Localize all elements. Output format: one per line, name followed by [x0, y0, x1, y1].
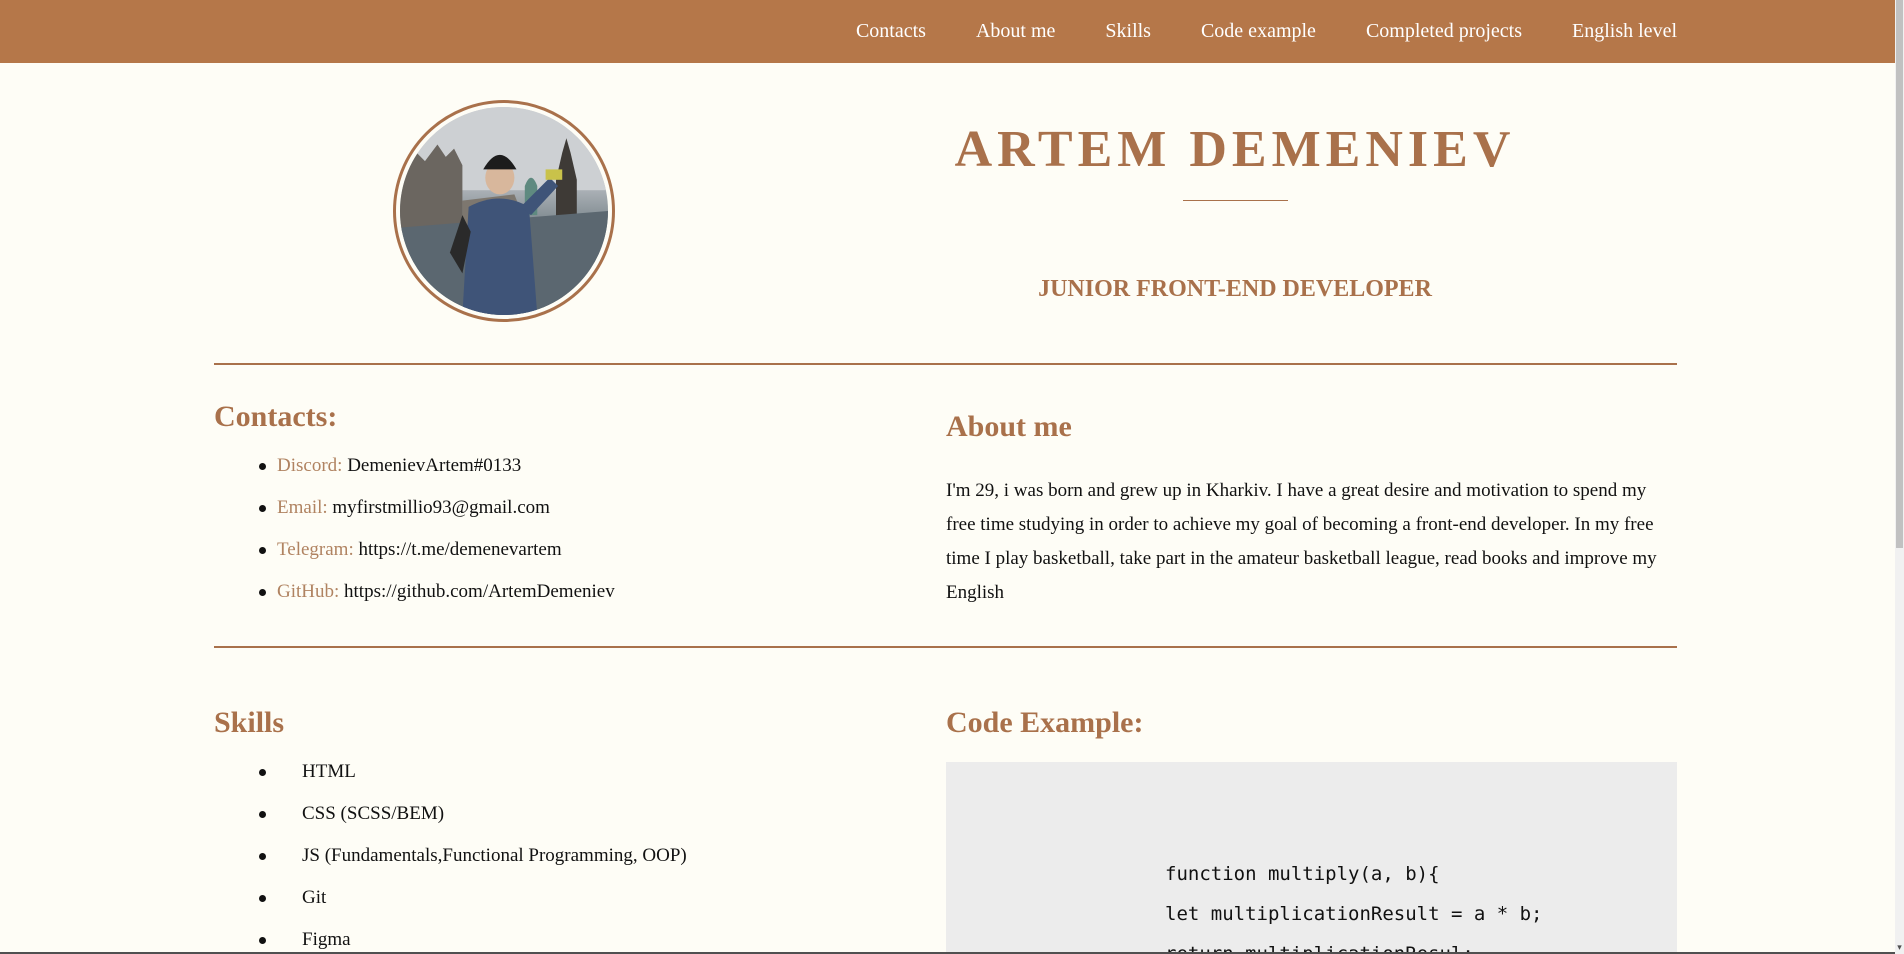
contacts-list: Discord: DemenievArtem#0133 Email: myfir… [214, 453, 615, 621]
contact-discord: Discord: DemenievArtem#0133 [214, 453, 615, 495]
profile-photo-illustration [400, 107, 608, 315]
vertical-scrollbar[interactable]: ▾ [1895, 0, 1904, 954]
avatar [393, 100, 615, 322]
nav-item-completed-projects[interactable]: Completed projects [1366, 20, 1522, 43]
skill-item: Figma [214, 927, 687, 954]
nav-item-code-example[interactable]: Code example [1201, 20, 1316, 43]
contact-value[interactable]: https://t.me/demenevartem [359, 539, 562, 560]
skill-item: JS (Fundamentals,Functional Programming,… [214, 843, 687, 885]
code-example-heading: Code Example: [946, 706, 1144, 739]
nav-item-contacts[interactable]: Contacts [856, 20, 926, 43]
nav-item-about-me[interactable]: About me [976, 20, 1055, 43]
contact-value[interactable]: DemenievArtem#0133 [347, 455, 521, 476]
nav-item-english-level[interactable]: English level [1572, 20, 1677, 43]
scroll-down-arrow-icon[interactable]: ▾ [1895, 943, 1904, 952]
contact-value[interactable]: myfirstmillio93@gmail.com [332, 497, 550, 518]
contact-label: Discord: [277, 455, 343, 476]
code-line: function multiply(a, b){ [1165, 863, 1440, 885]
scrollbar-thumb[interactable] [1896, 0, 1903, 548]
code-line: let multiplicationResult = a * b; [1165, 903, 1543, 925]
skill-item: CSS (SCSS/BEM) [214, 801, 687, 843]
contact-value[interactable]: https://github.com/ArtemDemeniev [344, 581, 615, 602]
job-title: JUNIOR FRONT-END DEVELOPER [1038, 276, 1432, 302]
nav-item-skills[interactable]: Skills [1105, 20, 1151, 43]
section-divider [214, 363, 1677, 365]
profile-photo [400, 107, 608, 315]
contact-github: GitHub: https://github.com/ArtemDemeniev [214, 579, 615, 621]
contact-label: Email: [277, 497, 328, 518]
contacts-heading: Contacts: [214, 400, 338, 433]
code-block: function multiply(a, b){ let multiplicat… [946, 762, 1677, 954]
about-text: I'm 29, i was born and grew up in Kharki… [946, 480, 1657, 603]
section-divider [214, 646, 1677, 648]
contact-email: Email: myfirstmillio93@gmail.com [214, 495, 615, 537]
top-navigation: Contacts About me Skills Code example Co… [0, 0, 1895, 63]
skills-heading: Skills [214, 706, 285, 739]
about-heading: About me [946, 410, 1072, 443]
nav-menu: Contacts About me Skills Code example Co… [806, 0, 1677, 63]
contact-telegram: Telegram: https://t.me/demenevartem [214, 537, 615, 579]
contact-label: GitHub: [277, 581, 340, 602]
skill-item: HTML [214, 759, 687, 801]
skills-list: HTML CSS (SCSS/BEM) JS (Fundamentals,Fun… [214, 759, 687, 954]
skill-item: Git [214, 885, 687, 927]
page-title: ARTEM DEMENIEV [954, 121, 1516, 178]
code-content: function multiply(a, b){ let multiplicat… [1165, 854, 1543, 954]
contact-label: Telegram: [277, 539, 354, 560]
title-underline [1183, 200, 1288, 201]
